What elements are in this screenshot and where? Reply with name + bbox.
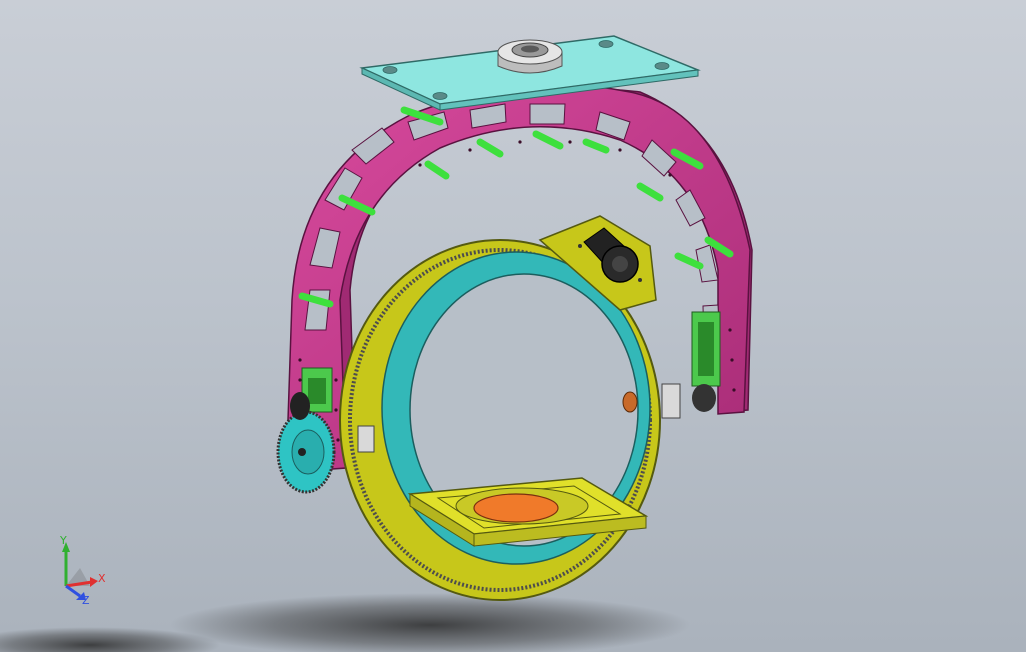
orange-specimen-disc[interactable] [473, 493, 559, 523]
cad-viewport[interactable]: Y X Z [0, 0, 1026, 652]
triad-x-arrow [90, 577, 98, 587]
triad-z-axis [65, 584, 81, 598]
right-mount-bracket[interactable] [691, 311, 721, 412]
right-pivot-disc [622, 391, 638, 413]
cad-model-scene[interactable]: Y X Z [0, 0, 1026, 652]
top-bearing[interactable] [497, 39, 563, 74]
triad-z-label: Z [82, 594, 90, 607]
axis-triad: Y X Z [59, 534, 106, 607]
triad-y-label: Y [59, 534, 67, 547]
floor-shadow [170, 593, 690, 652]
triad-x-label: X [98, 572, 106, 585]
